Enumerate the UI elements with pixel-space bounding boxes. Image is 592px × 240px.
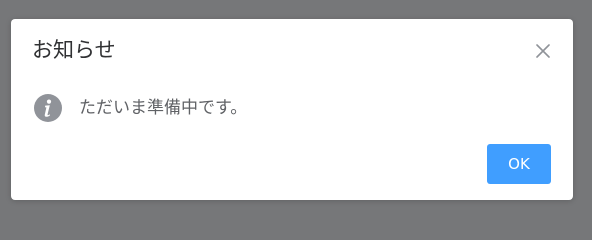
message-text: ただいま準備中です。	[79, 98, 248, 118]
info-icon	[34, 94, 62, 122]
close-icon	[536, 44, 550, 58]
message-row: ただいま準備中です。	[34, 93, 247, 123]
ok-button[interactable]: OK	[487, 144, 551, 184]
close-button[interactable]	[532, 40, 554, 62]
dialog-title: お知らせ	[32, 38, 116, 62]
message-dialog: お知らせ ただいま準備中です。 OK	[11, 19, 573, 200]
